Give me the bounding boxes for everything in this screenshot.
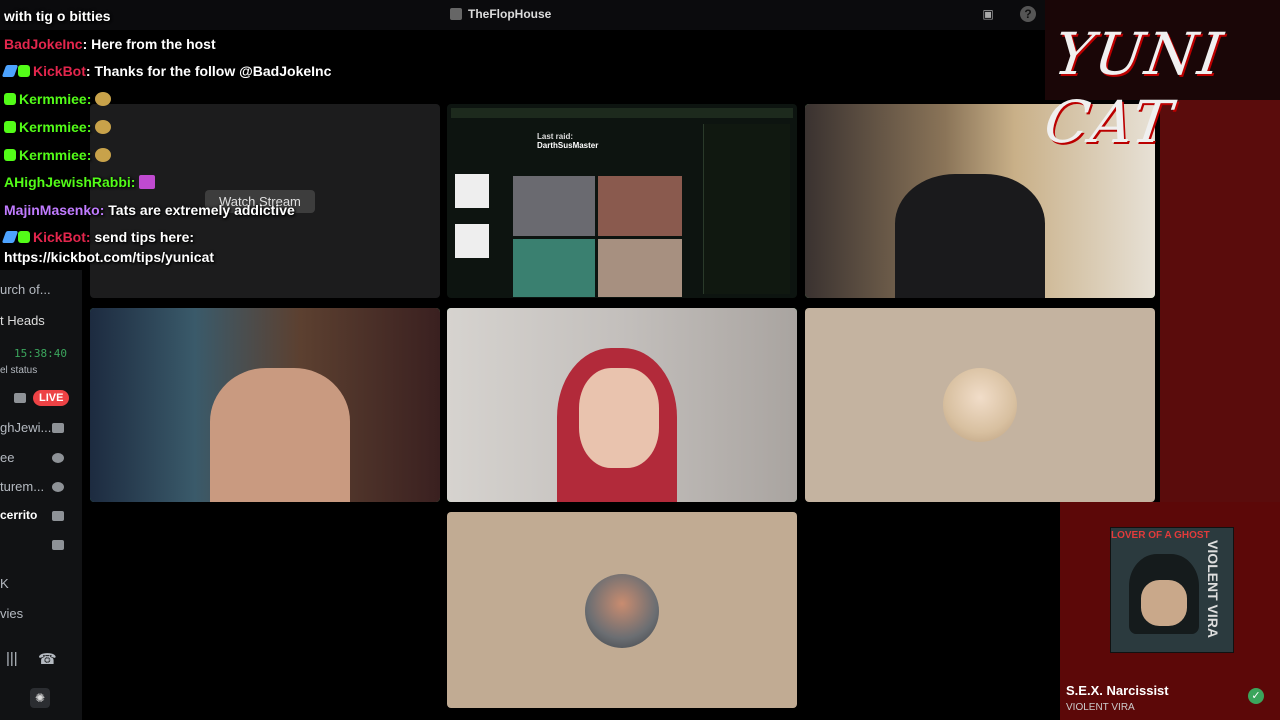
song-title: S.E.X. Narcissist: [1066, 683, 1169, 698]
camera-icon: [52, 423, 64, 433]
help-icon[interactable]: ?: [1020, 6, 1036, 22]
chat-message: AHighJewishRabbi:: [4, 174, 156, 190]
chat-username: AHighJewishRabbi: [4, 174, 131, 190]
live-badge: LIVE: [33, 390, 70, 406]
sidebar-user[interactable]: ee: [0, 450, 14, 465]
camera-icon: [52, 540, 64, 550]
frog-emote-icon: [95, 92, 112, 106]
inbox-icon[interactable]: ▣: [980, 6, 996, 22]
avatar: [585, 574, 659, 648]
last-raid-name: DarthSusMaster: [537, 141, 599, 150]
camera-icon: [14, 393, 26, 403]
chat-message: KickBot: send tips here:: [1, 229, 195, 245]
participant-video-tile[interactable]: [447, 308, 797, 502]
chat-message: Kermmiee:: [4, 119, 112, 135]
badge-icon: [4, 121, 16, 133]
call-timer: 15:38:40: [14, 347, 67, 360]
chat-username: Kermmiee: [19, 119, 87, 135]
chat-message: Kermmiee:: [4, 91, 112, 107]
sidebar-search[interactable]: urch of...: [0, 282, 51, 297]
frog-emote-icon: [95, 120, 112, 134]
xbox-icon: [52, 482, 64, 492]
chat-text: Here from the host: [91, 36, 216, 52]
soundboard-icon[interactable]: ✺: [30, 688, 50, 708]
album-artist-text: VIOLENT VIRA: [1205, 540, 1221, 639]
stream-video-tile[interactable]: Last raid: DarthSusMaster: [447, 104, 797, 298]
chat-username: KickBot: [33, 229, 86, 245]
badge-icon: [4, 93, 16, 105]
chat-line: with tig o bitties: [4, 8, 111, 24]
chat-message: MajinMasenko: Tats are extremely addicti…: [4, 202, 295, 218]
activity-icon[interactable]: |||: [6, 650, 18, 667]
badge-icon: [18, 65, 30, 77]
chat-link: https://kickbot.com/tips/yunicat: [4, 249, 215, 265]
chat-username: Kermmiee: [19, 147, 87, 163]
channel-logo: YUNI CAT: [1040, 20, 1229, 156]
avatar: [943, 368, 1017, 442]
album-title: LOVER OF A GHOST: [1111, 530, 1210, 541]
badge-icon: [1, 65, 19, 77]
sidebar-item[interactable]: vies: [0, 606, 23, 621]
check-icon: ✓: [1248, 688, 1264, 704]
sidebar-item[interactable]: K: [0, 576, 9, 591]
app-icon: [450, 8, 462, 20]
last-raid-label: Last raid:: [537, 132, 574, 141]
window-title: TheFlopHouse: [450, 7, 551, 21]
chat-username: BadJokeInc: [4, 36, 83, 52]
sidebar-user[interactable]: cerrito: [0, 508, 37, 522]
chat-username: MajinMasenko: [4, 202, 100, 218]
chat-message: Kermmiee:: [4, 147, 112, 163]
badge-icon: [1, 231, 19, 243]
participant-video-tile[interactable]: [90, 308, 440, 502]
chat-username: Kermmiee: [19, 91, 87, 107]
chat-text: Thanks for the follow @BadJokeInc: [94, 63, 332, 79]
sidebar-user[interactable]: ghJewi...: [0, 420, 51, 435]
hangup-icon[interactable]: ☎: [38, 650, 57, 668]
window-title-text: TheFlopHouse: [468, 7, 552, 21]
badge-icon: [18, 231, 30, 243]
voice-channel-name[interactable]: t Heads: [0, 313, 45, 328]
chat-text: Tats are extremely addictive: [108, 202, 295, 218]
chat-message: KickBot: Thanks for the follow @BadJokeI…: [1, 63, 332, 79]
song-artist: VIOLENT VIRA: [1066, 702, 1135, 713]
xbox-icon: [52, 453, 64, 463]
chat-username: KickBot: [33, 63, 86, 79]
channel-status[interactable]: el status: [0, 365, 37, 376]
participant-avatar-tile[interactable]: [447, 512, 797, 708]
badge-icon: [4, 149, 16, 161]
frog-emote-icon: [95, 148, 112, 162]
sidebar-user[interactable]: turem...: [0, 479, 44, 494]
participant-avatar-tile[interactable]: [805, 308, 1155, 502]
emote-icon: [139, 175, 156, 189]
camera-icon: [52, 511, 64, 521]
chat-message: BadJokeInc: Here from the host: [4, 36, 216, 52]
chat-text: send tips here:: [94, 229, 195, 245]
